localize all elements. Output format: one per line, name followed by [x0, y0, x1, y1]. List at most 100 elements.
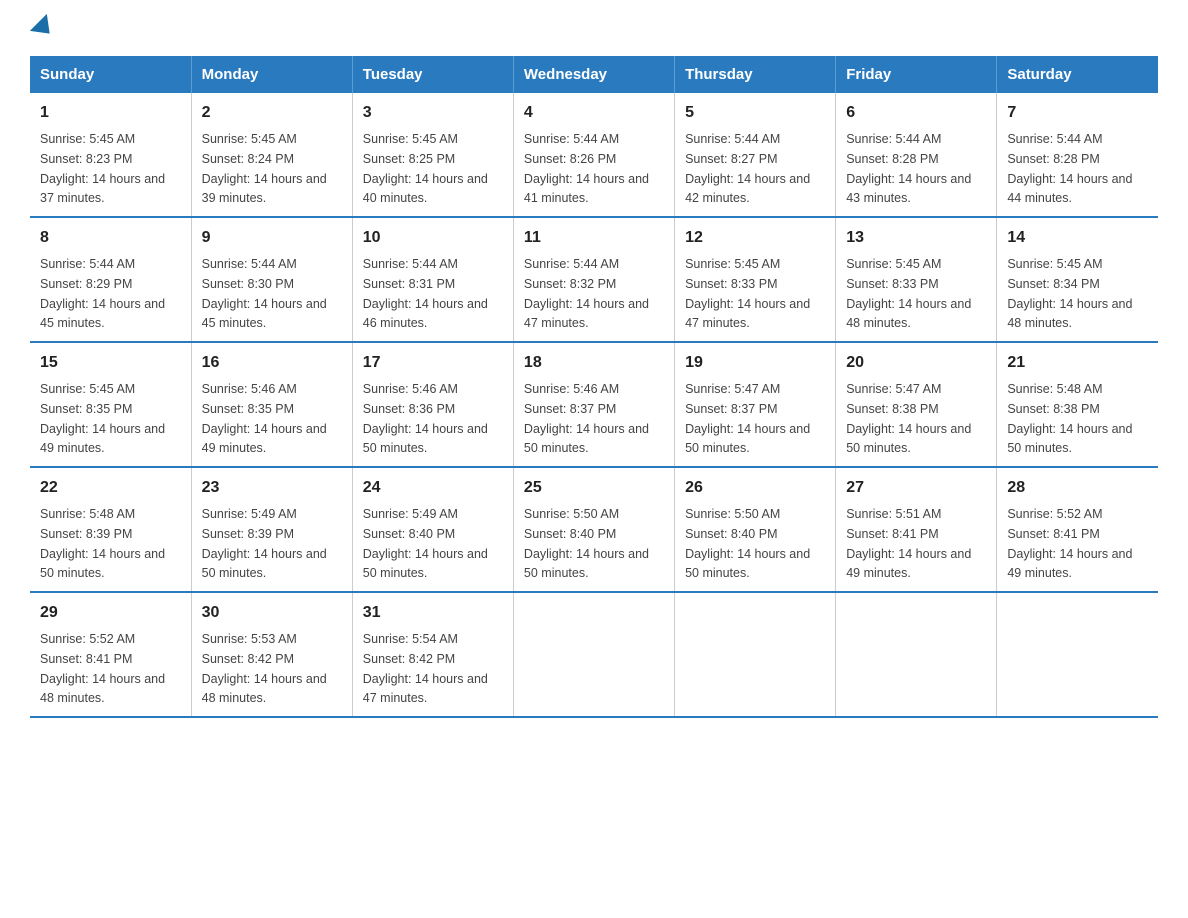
day-info: Sunrise: 5:46 AMSunset: 8:37 PMDaylight:…: [524, 382, 649, 455]
day-number: 18: [524, 351, 664, 375]
table-cell: 1 Sunrise: 5:45 AMSunset: 8:23 PMDayligh…: [30, 93, 191, 217]
day-number: 1: [40, 101, 181, 125]
calendar-body: 1 Sunrise: 5:45 AMSunset: 8:23 PMDayligh…: [30, 93, 1158, 717]
day-number: 20: [846, 351, 986, 375]
day-number: 12: [685, 226, 825, 250]
logo: [30, 20, 56, 38]
day-number: 30: [202, 601, 342, 625]
col-monday: Monday: [191, 56, 352, 93]
day-info: Sunrise: 5:45 AMSunset: 8:33 PMDaylight:…: [685, 257, 810, 330]
day-info: Sunrise: 5:52 AMSunset: 8:41 PMDaylight:…: [40, 632, 165, 705]
day-number: 31: [363, 601, 503, 625]
col-wednesday: Wednesday: [513, 56, 674, 93]
day-number: 26: [685, 476, 825, 500]
day-info: Sunrise: 5:44 AMSunset: 8:26 PMDaylight:…: [524, 132, 649, 205]
day-number: 16: [202, 351, 342, 375]
day-info: Sunrise: 5:49 AMSunset: 8:40 PMDaylight:…: [363, 507, 488, 580]
day-info: Sunrise: 5:45 AMSunset: 8:23 PMDaylight:…: [40, 132, 165, 205]
day-info: Sunrise: 5:44 AMSunset: 8:28 PMDaylight:…: [846, 132, 971, 205]
table-cell: 4 Sunrise: 5:44 AMSunset: 8:26 PMDayligh…: [513, 93, 674, 217]
table-cell: 3 Sunrise: 5:45 AMSunset: 8:25 PMDayligh…: [352, 93, 513, 217]
table-cell: 17 Sunrise: 5:46 AMSunset: 8:36 PMDaylig…: [352, 342, 513, 467]
day-number: 3: [363, 101, 503, 125]
day-number: 28: [1007, 476, 1148, 500]
day-number: 27: [846, 476, 986, 500]
table-cell: [675, 592, 836, 717]
day-number: 15: [40, 351, 181, 375]
day-info: Sunrise: 5:51 AMSunset: 8:41 PMDaylight:…: [846, 507, 971, 580]
day-number: 6: [846, 101, 986, 125]
table-cell: 5 Sunrise: 5:44 AMSunset: 8:27 PMDayligh…: [675, 93, 836, 217]
col-thursday: Thursday: [675, 56, 836, 93]
table-cell: 26 Sunrise: 5:50 AMSunset: 8:40 PMDaylig…: [675, 467, 836, 592]
table-cell: [997, 592, 1158, 717]
table-cell: 25 Sunrise: 5:50 AMSunset: 8:40 PMDaylig…: [513, 467, 674, 592]
table-cell: 19 Sunrise: 5:47 AMSunset: 8:37 PMDaylig…: [675, 342, 836, 467]
day-info: Sunrise: 5:44 AMSunset: 8:32 PMDaylight:…: [524, 257, 649, 330]
day-number: 2: [202, 101, 342, 125]
day-info: Sunrise: 5:45 AMSunset: 8:24 PMDaylight:…: [202, 132, 327, 205]
day-number: 24: [363, 476, 503, 500]
col-friday: Friday: [836, 56, 997, 93]
col-sunday: Sunday: [30, 56, 191, 93]
table-cell: 20 Sunrise: 5:47 AMSunset: 8:38 PMDaylig…: [836, 342, 997, 467]
day-number: 21: [1007, 351, 1148, 375]
day-number: 9: [202, 226, 342, 250]
day-number: 8: [40, 226, 181, 250]
day-info: Sunrise: 5:54 AMSunset: 8:42 PMDaylight:…: [363, 632, 488, 705]
table-cell: 27 Sunrise: 5:51 AMSunset: 8:41 PMDaylig…: [836, 467, 997, 592]
day-number: 7: [1007, 101, 1148, 125]
day-info: Sunrise: 5:45 AMSunset: 8:25 PMDaylight:…: [363, 132, 488, 205]
table-cell: 22 Sunrise: 5:48 AMSunset: 8:39 PMDaylig…: [30, 467, 191, 592]
col-tuesday: Tuesday: [352, 56, 513, 93]
day-number: 5: [685, 101, 825, 125]
day-info: Sunrise: 5:46 AMSunset: 8:36 PMDaylight:…: [363, 382, 488, 455]
day-number: 22: [40, 476, 181, 500]
day-info: Sunrise: 5:44 AMSunset: 8:30 PMDaylight:…: [202, 257, 327, 330]
table-cell: 12 Sunrise: 5:45 AMSunset: 8:33 PMDaylig…: [675, 217, 836, 342]
table-cell: 2 Sunrise: 5:45 AMSunset: 8:24 PMDayligh…: [191, 93, 352, 217]
day-info: Sunrise: 5:47 AMSunset: 8:38 PMDaylight:…: [846, 382, 971, 455]
day-info: Sunrise: 5:50 AMSunset: 8:40 PMDaylight:…: [685, 507, 810, 580]
table-cell: 8 Sunrise: 5:44 AMSunset: 8:29 PMDayligh…: [30, 217, 191, 342]
table-cell: 31 Sunrise: 5:54 AMSunset: 8:42 PMDaylig…: [352, 592, 513, 717]
table-cell: 18 Sunrise: 5:46 AMSunset: 8:37 PMDaylig…: [513, 342, 674, 467]
page-header: [30, 20, 1158, 38]
col-saturday: Saturday: [997, 56, 1158, 93]
day-info: Sunrise: 5:46 AMSunset: 8:35 PMDaylight:…: [202, 382, 327, 455]
day-number: 17: [363, 351, 503, 375]
day-number: 10: [363, 226, 503, 250]
day-number: 23: [202, 476, 342, 500]
table-cell: 14 Sunrise: 5:45 AMSunset: 8:34 PMDaylig…: [997, 217, 1158, 342]
table-cell: 15 Sunrise: 5:45 AMSunset: 8:35 PMDaylig…: [30, 342, 191, 467]
day-info: Sunrise: 5:50 AMSunset: 8:40 PMDaylight:…: [524, 507, 649, 580]
day-info: Sunrise: 5:44 AMSunset: 8:27 PMDaylight:…: [685, 132, 810, 205]
table-cell: 16 Sunrise: 5:46 AMSunset: 8:35 PMDaylig…: [191, 342, 352, 467]
table-cell: 10 Sunrise: 5:44 AMSunset: 8:31 PMDaylig…: [352, 217, 513, 342]
table-cell: 6 Sunrise: 5:44 AMSunset: 8:28 PMDayligh…: [836, 93, 997, 217]
table-cell: 7 Sunrise: 5:44 AMSunset: 8:28 PMDayligh…: [997, 93, 1158, 217]
day-info: Sunrise: 5:47 AMSunset: 8:37 PMDaylight:…: [685, 382, 810, 455]
table-cell: 30 Sunrise: 5:53 AMSunset: 8:42 PMDaylig…: [191, 592, 352, 717]
day-info: Sunrise: 5:49 AMSunset: 8:39 PMDaylight:…: [202, 507, 327, 580]
day-info: Sunrise: 5:53 AMSunset: 8:42 PMDaylight:…: [202, 632, 327, 705]
day-number: 29: [40, 601, 181, 625]
day-info: Sunrise: 5:45 AMSunset: 8:33 PMDaylight:…: [846, 257, 971, 330]
day-number: 25: [524, 476, 664, 500]
day-info: Sunrise: 5:44 AMSunset: 8:28 PMDaylight:…: [1007, 132, 1132, 205]
day-number: 13: [846, 226, 986, 250]
day-number: 19: [685, 351, 825, 375]
table-cell: 11 Sunrise: 5:44 AMSunset: 8:32 PMDaylig…: [513, 217, 674, 342]
day-info: Sunrise: 5:44 AMSunset: 8:31 PMDaylight:…: [363, 257, 488, 330]
calendar-table: Sunday Monday Tuesday Wednesday Thursday…: [30, 56, 1158, 718]
day-info: Sunrise: 5:48 AMSunset: 8:39 PMDaylight:…: [40, 507, 165, 580]
day-info: Sunrise: 5:45 AMSunset: 8:34 PMDaylight:…: [1007, 257, 1132, 330]
day-info: Sunrise: 5:48 AMSunset: 8:38 PMDaylight:…: [1007, 382, 1132, 455]
table-cell: 24 Sunrise: 5:49 AMSunset: 8:40 PMDaylig…: [352, 467, 513, 592]
calendar-header: Sunday Monday Tuesday Wednesday Thursday…: [30, 56, 1158, 93]
table-cell: 21 Sunrise: 5:48 AMSunset: 8:38 PMDaylig…: [997, 342, 1158, 467]
day-number: 4: [524, 101, 664, 125]
table-cell: [836, 592, 997, 717]
day-info: Sunrise: 5:45 AMSunset: 8:35 PMDaylight:…: [40, 382, 165, 455]
logo-arrow-icon: [30, 14, 58, 42]
